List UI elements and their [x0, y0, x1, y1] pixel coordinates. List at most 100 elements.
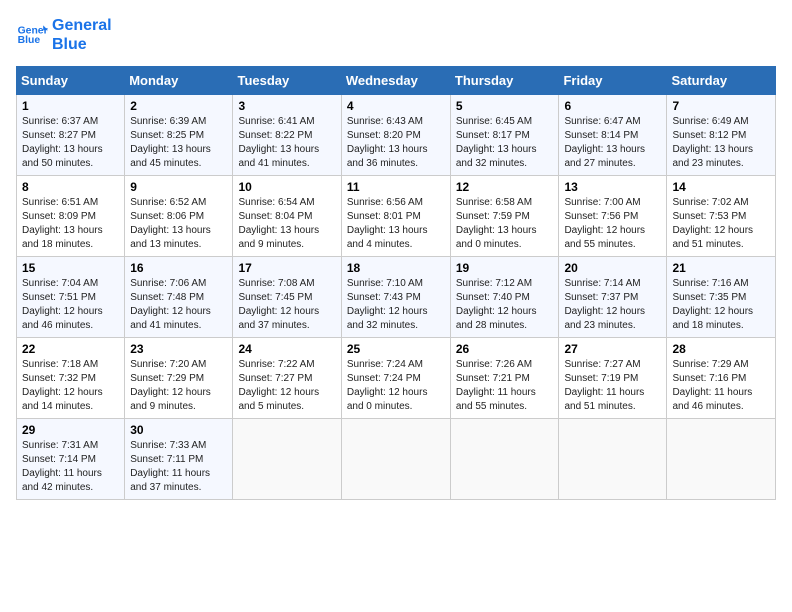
day-info: Sunrise: 6:58 AM Sunset: 7:59 PM Dayligh…	[456, 196, 554, 252]
calendar-cell: 7 Sunrise: 6:49 AM Sunset: 8:12 PM Daylig…	[667, 95, 776, 176]
day-number: 18	[347, 261, 445, 275]
day-number: 12	[456, 180, 554, 194]
day-info: Sunrise: 7:14 AM Sunset: 7:37 PM Dayligh…	[564, 277, 661, 333]
day-number: 25	[347, 342, 445, 356]
logo-icon: General Blue	[16, 19, 48, 51]
day-info: Sunrise: 7:00 AM Sunset: 7:56 PM Dayligh…	[564, 196, 661, 252]
calendar-cell: 27 Sunrise: 7:27 AM Sunset: 7:19 PM Dayli…	[559, 338, 667, 419]
day-number: 27	[564, 342, 661, 356]
calendar-cell: 23 Sunrise: 7:20 AM Sunset: 7:29 PM Dayli…	[125, 338, 233, 419]
calendar-cell: 11 Sunrise: 6:56 AM Sunset: 8:01 PM Dayli…	[341, 176, 450, 257]
calendar-cell: 5 Sunrise: 6:45 AM Sunset: 8:17 PM Daylig…	[450, 95, 559, 176]
day-info: Sunrise: 6:49 AM Sunset: 8:12 PM Dayligh…	[672, 115, 770, 171]
day-number: 8	[22, 180, 119, 194]
day-info: Sunrise: 7:27 AM Sunset: 7:19 PM Dayligh…	[564, 358, 661, 414]
calendar-cell: 26 Sunrise: 7:26 AM Sunset: 7:21 PM Dayli…	[450, 338, 559, 419]
day-info: Sunrise: 6:54 AM Sunset: 8:04 PM Dayligh…	[238, 196, 335, 252]
day-info: Sunrise: 6:52 AM Sunset: 8:06 PM Dayligh…	[130, 196, 227, 252]
column-header-monday: Monday	[125, 67, 233, 95]
column-header-sunday: Sunday	[17, 67, 125, 95]
day-number: 2	[130, 99, 227, 113]
day-info: Sunrise: 6:37 AM Sunset: 8:27 PM Dayligh…	[22, 115, 119, 171]
day-number: 7	[672, 99, 770, 113]
day-info: Sunrise: 6:39 AM Sunset: 8:25 PM Dayligh…	[130, 115, 227, 171]
calendar-week-row: 1 Sunrise: 6:37 AM Sunset: 8:27 PM Daylig…	[17, 95, 776, 176]
day-info: Sunrise: 6:56 AM Sunset: 8:01 PM Dayligh…	[347, 196, 445, 252]
calendar-cell: 9 Sunrise: 6:52 AM Sunset: 8:06 PM Daylig…	[125, 176, 233, 257]
calendar-week-row: 22 Sunrise: 7:18 AM Sunset: 7:32 PM Dayli…	[17, 338, 776, 419]
day-number: 4	[347, 99, 445, 113]
calendar-cell: 3Sunrise: 6:41 AM Sunset: 8:22 PM Daylig…	[233, 95, 341, 176]
day-number: 13	[564, 180, 661, 194]
column-header-saturday: Saturday	[667, 67, 776, 95]
day-number: 10	[238, 180, 335, 194]
calendar-cell: 4Sunrise: 6:43 AM Sunset: 8:20 PM Daylig…	[341, 95, 450, 176]
day-info: Sunrise: 7:16 AM Sunset: 7:35 PM Dayligh…	[672, 277, 770, 333]
day-info: Sunrise: 7:22 AM Sunset: 7:27 PM Dayligh…	[238, 358, 335, 414]
calendar-cell: 16Sunrise: 7:06 AM Sunset: 7:48 PM Dayli…	[125, 257, 233, 338]
calendar-cell: 13 Sunrise: 7:00 AM Sunset: 7:56 PM Dayli…	[559, 176, 667, 257]
day-info: Sunrise: 7:31 AM Sunset: 7:14 PM Dayligh…	[22, 439, 119, 495]
day-info: Sunrise: 7:04 AM Sunset: 7:51 PM Dayligh…	[22, 277, 119, 333]
calendar-cell: 18 Sunrise: 7:10 AM Sunset: 7:43 PM Dayli…	[341, 257, 450, 338]
calendar-cell: 8 Sunrise: 6:51 AM Sunset: 8:09 PM Daylig…	[17, 176, 125, 257]
calendar-cell	[450, 419, 559, 500]
day-info: Sunrise: 7:06 AM Sunset: 7:48 PM Dayligh…	[130, 277, 227, 333]
calendar-cell: 19Sunrise: 7:12 AM Sunset: 7:40 PM Dayli…	[450, 257, 559, 338]
day-info: Sunrise: 7:20 AM Sunset: 7:29 PM Dayligh…	[130, 358, 227, 414]
day-info: Sunrise: 6:45 AM Sunset: 8:17 PM Dayligh…	[456, 115, 554, 171]
day-number: 20	[564, 261, 661, 275]
day-number: 1	[22, 99, 119, 113]
day-info: Sunrise: 6:51 AM Sunset: 8:09 PM Dayligh…	[22, 196, 119, 252]
column-header-wednesday: Wednesday	[341, 67, 450, 95]
day-info: Sunrise: 7:18 AM Sunset: 7:32 PM Dayligh…	[22, 358, 119, 414]
calendar-cell: 1 Sunrise: 6:37 AM Sunset: 8:27 PM Daylig…	[17, 95, 125, 176]
day-info: Sunrise: 7:08 AM Sunset: 7:45 PM Dayligh…	[238, 277, 335, 333]
calendar-cell: 28 Sunrise: 7:29 AM Sunset: 7:16 PM Dayli…	[667, 338, 776, 419]
calendar-cell: 6 Sunrise: 6:47 AM Sunset: 8:14 PM Daylig…	[559, 95, 667, 176]
day-info: Sunrise: 7:26 AM Sunset: 7:21 PM Dayligh…	[456, 358, 554, 414]
calendar-cell: 30Sunrise: 7:33 AM Sunset: 7:11 PM Dayli…	[125, 419, 233, 500]
day-number: 9	[130, 180, 227, 194]
calendar-cell: 15 Sunrise: 7:04 AM Sunset: 7:51 PM Dayli…	[17, 257, 125, 338]
calendar-cell: 10 Sunrise: 6:54 AM Sunset: 8:04 PM Dayli…	[233, 176, 341, 257]
day-number: 29	[22, 423, 119, 437]
day-info: Sunrise: 6:47 AM Sunset: 8:14 PM Dayligh…	[564, 115, 661, 171]
day-number: 3	[238, 99, 335, 113]
calendar-week-row: 8 Sunrise: 6:51 AM Sunset: 8:09 PM Daylig…	[17, 176, 776, 257]
calendar-header-row: SundayMondayTuesdayWednesdayThursdayFrid…	[17, 67, 776, 95]
day-number: 22	[22, 342, 119, 356]
calendar-cell: 20 Sunrise: 7:14 AM Sunset: 7:37 PM Dayli…	[559, 257, 667, 338]
calendar-cell: 29 Sunrise: 7:31 AM Sunset: 7:14 PM Dayli…	[17, 419, 125, 500]
day-info: Sunrise: 7:02 AM Sunset: 7:53 PM Dayligh…	[672, 196, 770, 252]
day-number: 15	[22, 261, 119, 275]
logo-text-blue: Blue	[52, 35, 112, 54]
day-info: Sunrise: 7:29 AM Sunset: 7:16 PM Dayligh…	[672, 358, 770, 414]
day-number: 28	[672, 342, 770, 356]
day-info: Sunrise: 7:10 AM Sunset: 7:43 PM Dayligh…	[347, 277, 445, 333]
logo-text-general: General	[52, 16, 112, 35]
day-number: 26	[456, 342, 554, 356]
day-number: 30	[130, 423, 227, 437]
day-number: 11	[347, 180, 445, 194]
page-header: General Blue General Blue	[16, 16, 776, 54]
column-header-thursday: Thursday	[450, 67, 559, 95]
day-number: 5	[456, 99, 554, 113]
day-number: 24	[238, 342, 335, 356]
day-number: 23	[130, 342, 227, 356]
calendar-cell: 14 Sunrise: 7:02 AM Sunset: 7:53 PM Dayli…	[667, 176, 776, 257]
calendar-cell: 2 Sunrise: 6:39 AM Sunset: 8:25 PM Daylig…	[125, 95, 233, 176]
calendar-week-row: 29 Sunrise: 7:31 AM Sunset: 7:14 PM Dayli…	[17, 419, 776, 500]
calendar-table: SundayMondayTuesdayWednesdayThursdayFrid…	[16, 66, 776, 500]
column-header-tuesday: Tuesday	[233, 67, 341, 95]
day-number: 14	[672, 180, 770, 194]
calendar-cell	[667, 419, 776, 500]
calendar-cell	[559, 419, 667, 500]
calendar-week-row: 15 Sunrise: 7:04 AM Sunset: 7:51 PM Dayli…	[17, 257, 776, 338]
day-number: 6	[564, 99, 661, 113]
calendar-cell: 21 Sunrise: 7:16 AM Sunset: 7:35 PM Dayli…	[667, 257, 776, 338]
svg-text:Blue: Blue	[18, 35, 41, 46]
day-number: 21	[672, 261, 770, 275]
column-header-friday: Friday	[559, 67, 667, 95]
calendar-cell: 17Sunrise: 7:08 AM Sunset: 7:45 PM Dayli…	[233, 257, 341, 338]
